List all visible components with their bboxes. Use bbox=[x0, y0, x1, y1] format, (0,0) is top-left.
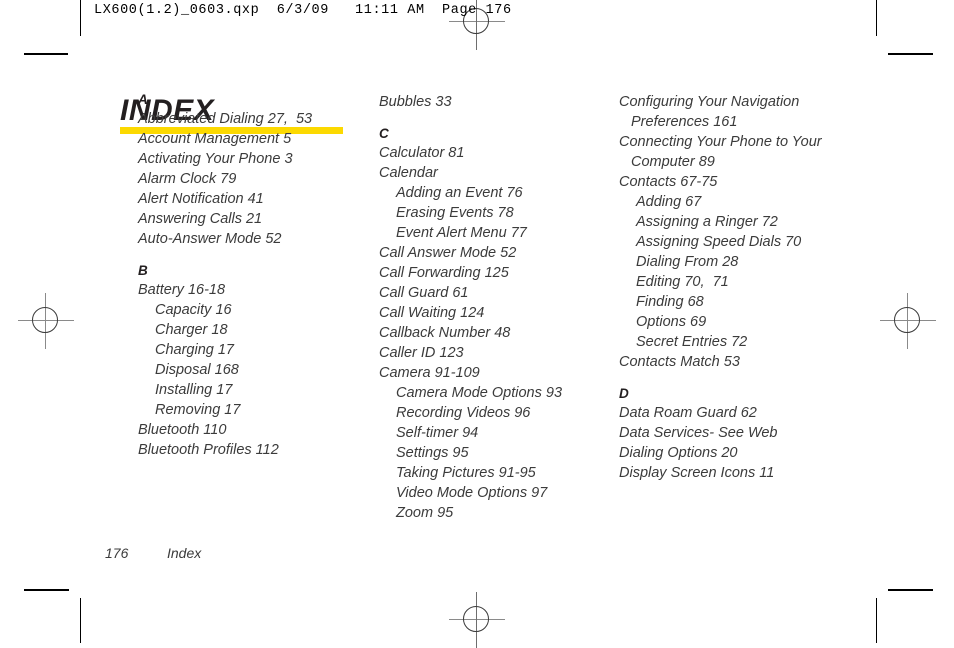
footer-section-label: Index bbox=[167, 545, 202, 561]
index-entry: Answering Calls 21 bbox=[138, 211, 263, 227]
index-subentry: Zoom 95 bbox=[396, 505, 454, 521]
index-entry: Configuring Your Navigation Preferences … bbox=[619, 94, 804, 130]
index-subentry: Assigning Speed Dials 70 bbox=[636, 234, 802, 250]
index-subentry: Dialing From 28 bbox=[636, 254, 739, 270]
letter-heading-c: C bbox=[379, 126, 389, 141]
index-entry: Call Answer Mode 52 bbox=[379, 245, 517, 261]
footer-page-number: 176 bbox=[105, 545, 129, 561]
letter-heading-b: B bbox=[138, 263, 148, 278]
index-entry: Account Management 5 bbox=[138, 131, 292, 147]
index-entry: Abbreviated Dialing 27, 53 bbox=[138, 111, 313, 127]
index-column-2: Bubbles 33 C Calculator 81 Calendar Adding a… bbox=[379, 92, 594, 523]
index-entry: Battery 16-18 bbox=[138, 282, 226, 298]
index-subentry: Assigning a Ringer 72 bbox=[636, 214, 778, 230]
index-entry: Calculator 81 bbox=[379, 145, 465, 161]
index-entry: Bubbles 33 bbox=[379, 94, 452, 110]
index-subentry: Taking Pictures 91-95 bbox=[396, 465, 536, 481]
index-entry: Display Screen Icons 11 bbox=[619, 465, 775, 481]
index-entry: Call Guard 61 bbox=[379, 285, 469, 301]
index-subentry: Charger 18 bbox=[155, 322, 228, 338]
index-entry: Camera 91-109 bbox=[379, 365, 480, 381]
index-subentry: Video Mode Options 97 bbox=[396, 485, 548, 501]
index-subentry: Charging 17 bbox=[155, 342, 234, 358]
index-subentry: Finding 68 bbox=[636, 294, 704, 310]
index-subentry: Editing 70, 71 bbox=[636, 274, 729, 290]
index-entry: Bluetooth 110 bbox=[138, 422, 227, 438]
index-entry: Call Waiting 124 bbox=[379, 305, 485, 321]
index-subentry: Options 69 bbox=[636, 314, 707, 330]
index-subentry: Camera Mode Options 93 bbox=[396, 385, 563, 401]
index-entry: Data Roam Guard 62 bbox=[619, 405, 757, 421]
index-subentry: Capacity 16 bbox=[155, 302, 232, 318]
index-entry: Callback Number 48 bbox=[379, 325, 511, 341]
index-entry: Auto-Answer Mode 52 bbox=[138, 231, 282, 247]
index-entry: Alarm Clock 79 bbox=[138, 171, 237, 187]
index-entry: Call Forwarding 125 bbox=[379, 265, 509, 281]
index-page: INDEX A Abbreviated Dialing 27, 53 Account… bbox=[0, 0, 954, 643]
index-entry: Caller ID 123 bbox=[379, 345, 464, 361]
index-subentry: Disposal 168 bbox=[155, 362, 239, 378]
index-subentry: Adding 67 bbox=[636, 194, 702, 210]
index-column-3: Configuring Your Navigation Preferences … bbox=[619, 92, 844, 483]
index-subentry: Erasing Events 78 bbox=[396, 205, 514, 221]
index-entry: Bluetooth Profiles 112 bbox=[138, 442, 279, 458]
index-subentry: Self-timer 94 bbox=[396, 425, 479, 441]
page-footer: 176 Index bbox=[105, 545, 201, 561]
index-entry: Connecting Your Phone to Your Computer 8… bbox=[619, 134, 826, 170]
index-entry: Dialing Options 20 bbox=[619, 445, 738, 461]
index-entry: Data Services- See Web bbox=[619, 425, 778, 441]
index-subentry: Recording Videos 96 bbox=[396, 405, 531, 421]
index-subentry: Adding an Event 76 bbox=[396, 185, 523, 201]
index-subentry: Installing 17 bbox=[155, 382, 233, 398]
index-subentry: Settings 95 bbox=[396, 445, 469, 461]
index-column-1: A Abbreviated Dialing 27, 53 Account Manag… bbox=[138, 92, 353, 460]
index-entry: Activating Your Phone 3 bbox=[138, 151, 293, 167]
index-subentry: Event Alert Menu 77 bbox=[396, 225, 527, 241]
letter-heading-d: D bbox=[619, 386, 629, 401]
index-entry: Contacts Match 53 bbox=[619, 354, 740, 370]
index-entry: Alert Notification 41 bbox=[138, 191, 264, 207]
index-entry: Contacts 67-75 bbox=[619, 174, 718, 190]
letter-heading-a: A bbox=[138, 92, 148, 107]
index-subentry: Secret Entries 72 bbox=[636, 334, 748, 350]
index-entry: Calendar bbox=[379, 165, 438, 181]
index-subentry: Removing 17 bbox=[155, 402, 241, 418]
